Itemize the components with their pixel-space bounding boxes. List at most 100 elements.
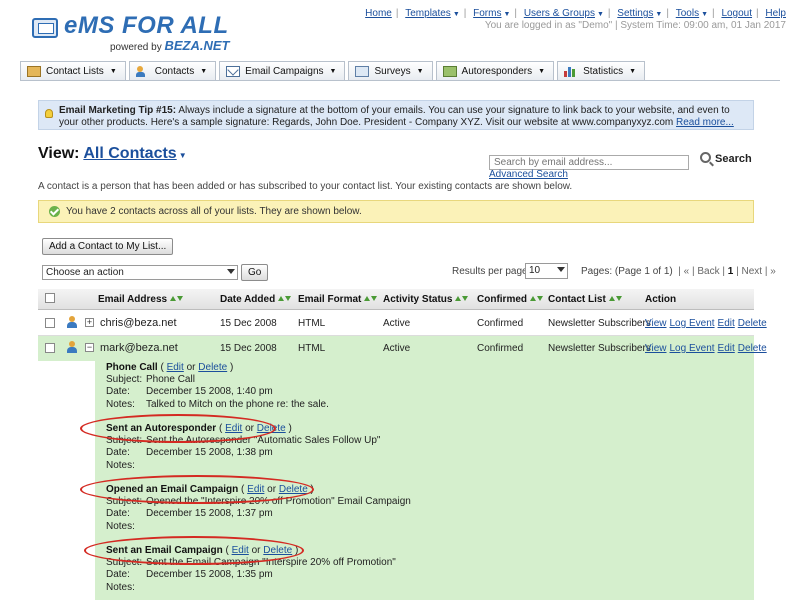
contacts-icon <box>135 66 150 77</box>
col-contact-list[interactable]: Contact List <box>548 294 623 305</box>
sort-arrows-icon[interactable] <box>170 294 184 305</box>
event-date-label: Date: <box>106 447 130 459</box>
folder-icon <box>27 66 41 77</box>
results-per-page-value: 10 <box>529 265 541 276</box>
chevron-down-icon: ▼ <box>596 11 604 18</box>
nav-separator: | <box>607 8 611 19</box>
view-link[interactable]: View <box>645 318 667 329</box>
chevron-down-icon: ▼ <box>329 68 337 75</box>
pager-last[interactable]: » <box>770 266 776 277</box>
nav-separator: | <box>395 8 399 19</box>
envelope-icon <box>226 66 241 77</box>
pagination: Pages: (Page 1 of 1) | « | Back | 1 | Ne… <box>581 266 776 277</box>
log-event-link[interactable]: Log Event <box>670 318 715 329</box>
row-actions: View Log Event Edit Delete <box>645 318 770 329</box>
col-email-format[interactable]: Email Format <box>298 294 378 305</box>
search-button[interactable]: Search <box>700 152 752 165</box>
results-per-page-select[interactable]: 10 <box>525 263 568 279</box>
nav-settings[interactable]: Settings ▼ <box>617 8 662 19</box>
tab-contacts[interactable]: Contacts ▼ <box>128 61 217 81</box>
edit-link[interactable]: Edit <box>718 318 735 329</box>
event-edit-link[interactable]: Edit <box>167 362 184 373</box>
action-select-value: Choose an action <box>46 267 124 278</box>
sort-arrows-icon[interactable] <box>364 294 378 305</box>
tab-contact-lists[interactable]: Contact Lists ▼ <box>20 61 126 81</box>
nav-help[interactable]: Help <box>765 8 786 19</box>
main-tabs: Contact Lists ▼ Contacts ▼ Email Campaigns… <box>20 61 648 81</box>
advanced-search-link[interactable]: Advanced Search <box>489 169 568 180</box>
cell-contact-list: Newsletter Subscribers <box>548 318 651 329</box>
view-selector[interactable]: All Contacts ▼ <box>83 145 186 162</box>
nav-separator: | <box>756 8 759 19</box>
event-subject: Phone Call <box>146 374 195 386</box>
cell-format: HTML <box>298 318 326 329</box>
contact-icon <box>66 341 78 354</box>
tab-autoresponders[interactable]: Autoresponders ▼ <box>435 61 555 81</box>
expand-icon[interactable]: + <box>85 318 94 327</box>
chevron-down-icon: ▼ <box>655 11 663 18</box>
nav-home[interactable]: Home <box>365 8 392 19</box>
cell-email: mark@beza.net <box>100 342 178 354</box>
nav-logout[interactable]: Logout <box>721 8 752 19</box>
sort-arrows-icon[interactable] <box>278 294 292 305</box>
nav-separator: | <box>712 8 715 19</box>
check-icon <box>49 206 60 217</box>
add-contact-button[interactable]: Add a Contact to My List... <box>42 238 174 255</box>
pager-next[interactable]: | Next | <box>736 266 767 277</box>
event-or-text: or <box>186 362 196 373</box>
nav-templates[interactable]: Templates ▼ <box>405 8 460 19</box>
event-date-label: Date: <box>106 386 130 398</box>
event-date-label: Date: <box>106 569 130 581</box>
results-per-page-label: Results per page: <box>452 266 531 277</box>
tab-statistics[interactable]: Statistics ▼ <box>557 61 646 81</box>
action-select[interactable]: Choose an action <box>42 265 238 280</box>
search-input[interactable] <box>489 155 689 170</box>
chevron-down-icon: ▼ <box>452 11 460 18</box>
collapse-icon[interactable]: − <box>85 343 94 352</box>
pager-back[interactable]: | Back | <box>692 266 725 277</box>
powered-by-brand: BEZA.NET <box>164 38 230 53</box>
tip-read-more-link[interactable]: Read more... <box>676 117 734 128</box>
cell-confirmed: Confirmed <box>477 318 524 329</box>
row-checkbox[interactable] <box>45 318 55 328</box>
bar-chart-icon <box>564 66 578 77</box>
view-link[interactable]: View <box>645 343 667 354</box>
delete-link[interactable]: Delete <box>738 343 767 354</box>
chevron-down-icon: ▼ <box>109 68 117 75</box>
cell-email: chris@beza.net <box>100 317 177 329</box>
delete-link[interactable]: Delete <box>738 318 767 329</box>
col-date-added[interactable]: Date Added <box>220 294 292 305</box>
tab-label: Contacts <box>154 66 195 77</box>
nav-separator: | <box>514 8 518 19</box>
sort-arrows-icon[interactable] <box>530 294 544 305</box>
chevron-down-icon: ▼ <box>503 11 511 18</box>
powered-by: powered by BEZA.NET <box>110 38 229 53</box>
dropdown-arrow-icon <box>227 269 235 274</box>
nav-tools[interactable]: Tools ▼ <box>676 8 708 19</box>
select-all-checkbox[interactable] <box>45 293 55 303</box>
sort-arrows-icon[interactable] <box>455 294 469 305</box>
pager-first[interactable]: | « <box>678 266 689 277</box>
dropdown-arrow-icon <box>557 267 565 272</box>
tab-email-campaigns[interactable]: Email Campaigns ▼ <box>219 61 346 81</box>
sort-arrows-icon[interactable] <box>608 294 623 305</box>
login-status: You are logged in as "Demo" | System Tim… <box>484 20 786 31</box>
tab-label: Statistics <box>583 66 624 77</box>
log-event-link[interactable]: Log Event <box>670 343 715 354</box>
row-checkbox[interactable] <box>45 343 55 353</box>
nav-users-groups[interactable]: Users & Groups ▼ <box>524 8 604 19</box>
logo[interactable]: eMS FOR ALL powered by BEZA.NET <box>32 12 232 54</box>
event-delete-link[interactable]: Delete <box>198 362 227 373</box>
tab-surveys[interactable]: Surveys ▼ <box>348 61 433 81</box>
col-activity-status[interactable]: Activity Status <box>383 294 469 305</box>
col-email-address[interactable]: Email Address <box>98 294 184 305</box>
col-confirmed[interactable]: Confirmed <box>477 294 544 305</box>
edit-link[interactable]: Edit <box>718 343 735 354</box>
nav-forms[interactable]: Forms ▼ <box>473 8 510 19</box>
survey-icon <box>355 66 370 77</box>
event-notes: Talked to Mitch on the phone re: the sal… <box>146 398 329 410</box>
go-button[interactable]: Go <box>241 264 269 281</box>
annotation-oval <box>80 414 276 443</box>
search-icon <box>700 152 711 163</box>
tab-divider <box>20 80 780 81</box>
